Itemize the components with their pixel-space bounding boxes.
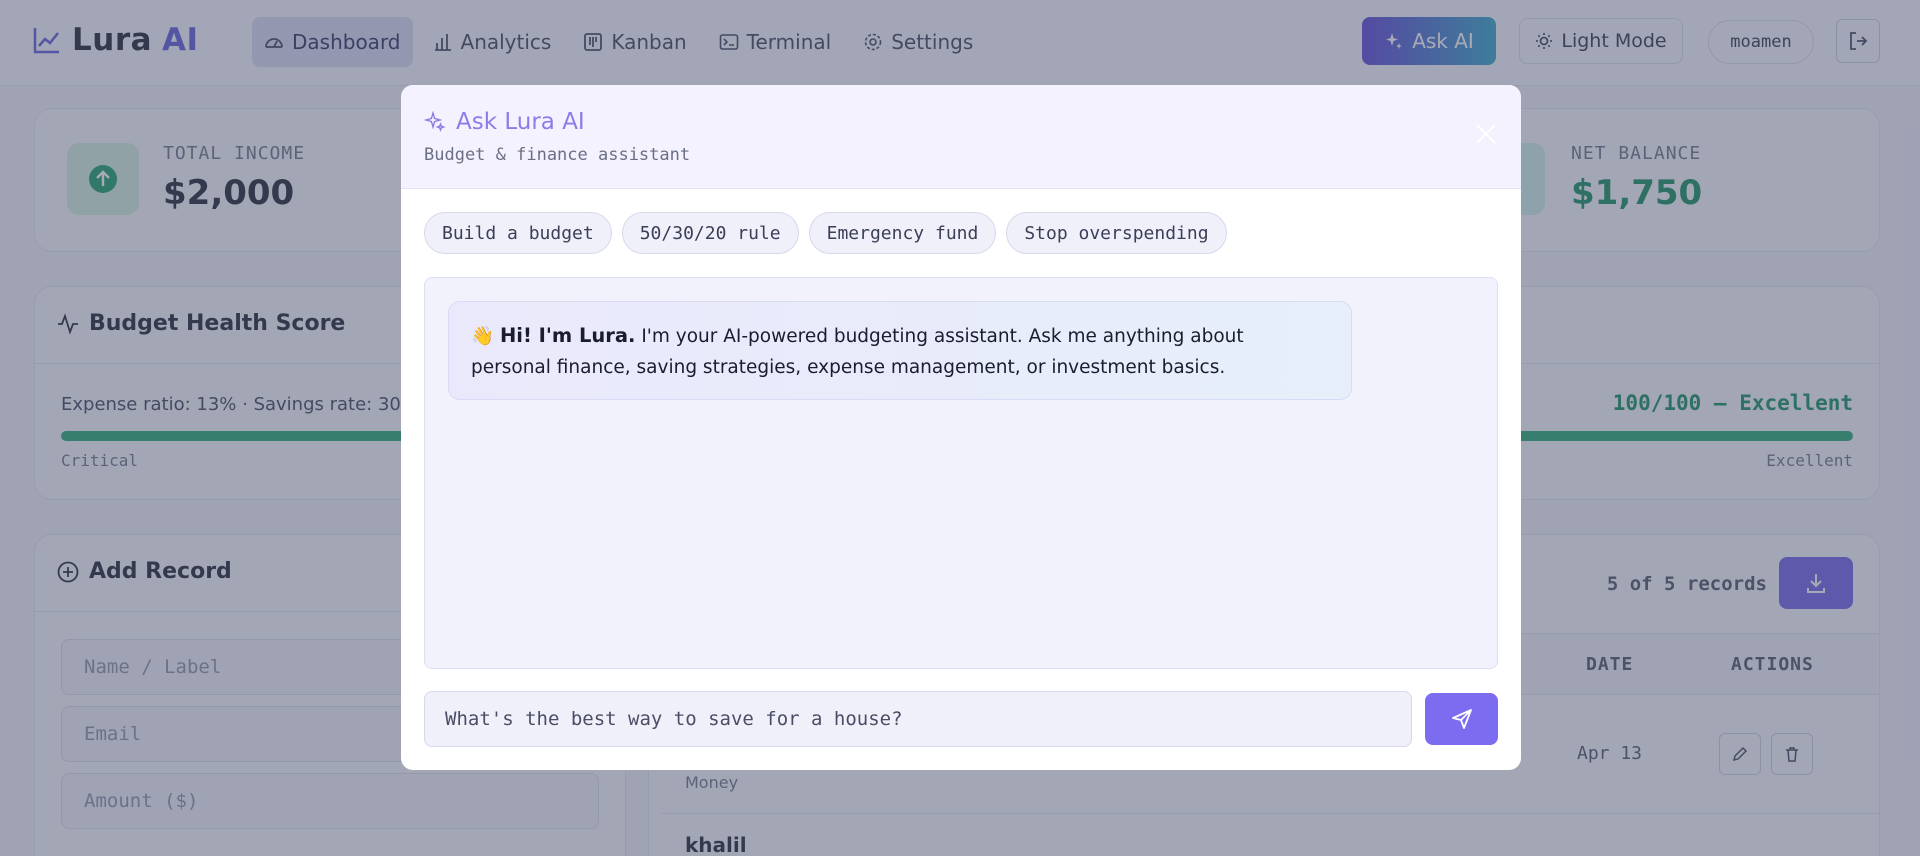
assistant-message: 👋 Hi! I'm Lura. I'm your AI-powered budg… (448, 301, 1352, 400)
chip-emergency-fund[interactable]: Emergency fund (808, 212, 997, 254)
modal-title: Ask Lura AI (424, 109, 585, 135)
chat-input[interactable]: What's the best way to save for a house? (424, 691, 1412, 747)
ask-ai-modal: Ask Lura AI Budget & finance assistant B… (401, 85, 1521, 770)
close-icon[interactable] (1473, 121, 1499, 147)
send-button[interactable] (1425, 693, 1498, 745)
modal-title-text: Ask Lura AI (456, 109, 585, 135)
suggestion-chips: Build a budget 50/30/20 rule Emergency f… (424, 212, 1227, 254)
chip-build-budget[interactable]: Build a budget (424, 212, 612, 254)
chip-50-30-20[interactable]: 50/30/20 rule (621, 212, 799, 254)
sparkle-icon (424, 111, 446, 133)
modal-header: Ask Lura AI Budget & finance assistant (401, 85, 1521, 189)
send-icon (1451, 709, 1472, 729)
chat-messages[interactable]: 👋 Hi! I'm Lura. I'm your AI-powered budg… (424, 277, 1498, 669)
modal-subtitle: Budget & finance assistant (424, 145, 691, 165)
chip-stop-overspending[interactable]: Stop overspending (1006, 212, 1227, 254)
wave-emoji: 👋 (471, 326, 495, 347)
greeting-bold: Hi! I'm Lura. (499, 324, 636, 347)
